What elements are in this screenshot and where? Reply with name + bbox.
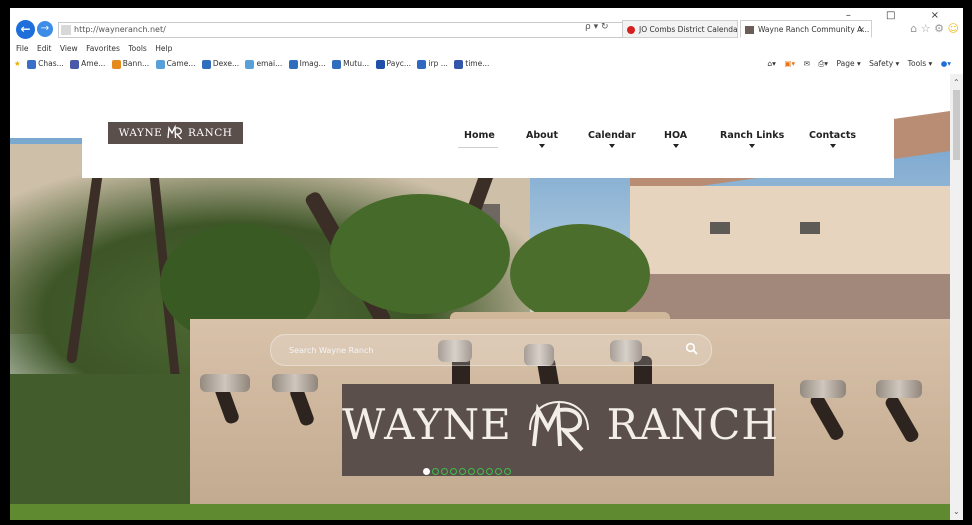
favorite-item[interactable]: irp ... xyxy=(417,56,448,71)
tools-menu[interactable]: Tools ▾ xyxy=(908,59,933,68)
scroll-up-icon[interactable]: ⌃ xyxy=(953,78,960,87)
favorites-star-icon[interactable]: ★ xyxy=(14,56,21,71)
favorite-item[interactable]: emai... xyxy=(245,56,282,71)
star-icon[interactable]: ☆ xyxy=(921,22,931,35)
command-bar: ⌂▾ ▣▾ ✉ ⎙▾ Page ▾ Safety ▾ Tools ▾ ●▾ xyxy=(761,56,951,71)
slider-dot[interactable] xyxy=(477,468,484,475)
nav-hoa[interactable]: HOA xyxy=(664,130,687,148)
tab-close-icon[interactable]: × xyxy=(858,21,865,37)
monument-sign: WAYNE RANCH xyxy=(342,384,778,476)
slider-dot[interactable] xyxy=(423,468,430,475)
back-button[interactable]: ← xyxy=(16,20,35,39)
nav-ranch-links[interactable]: Ranch Links xyxy=(720,130,784,148)
tab-wayne-ranch[interactable]: Wayne Ranch Community A... × xyxy=(740,20,872,38)
home-icon[interactable]: ⌂ xyxy=(910,22,917,35)
browser-window: ← → http://wayneranch.net/ ρ ▾ ↻ JO Comb… xyxy=(10,8,963,520)
sign-text-left: WAYNE xyxy=(342,400,512,449)
search-refresh-icons[interactable]: ρ ▾ ↻ xyxy=(585,22,609,32)
nav-home[interactable]: Home xyxy=(464,130,498,148)
home-icon[interactable]: ⌂▾ xyxy=(767,59,776,68)
hero-shrubs xyxy=(10,374,210,514)
menu-help[interactable]: Help xyxy=(155,44,172,53)
page-menu[interactable]: Page ▾ xyxy=(836,59,860,68)
safety-menu[interactable]: Safety ▾ xyxy=(869,59,899,68)
favorite-item[interactable]: Mutu... xyxy=(332,56,369,71)
forward-button[interactable]: → xyxy=(37,21,53,37)
chevron-down-icon xyxy=(672,144,679,148)
slider-dot[interactable] xyxy=(468,468,475,475)
help-icon[interactable]: ●▾ xyxy=(941,59,951,68)
tab-favicon-icon xyxy=(745,26,754,34)
scroll-thumb[interactable] xyxy=(953,90,960,160)
slider-dot[interactable] xyxy=(450,468,457,475)
vertical-scrollbar[interactable]: ⌃ ⌄ xyxy=(950,74,963,520)
wr-brand-icon xyxy=(529,400,590,452)
site-search xyxy=(270,334,712,366)
menu-bar: File Edit View Favorites Tools Help xyxy=(16,44,178,55)
menu-edit[interactable]: Edit xyxy=(37,44,52,53)
window-controls[interactable]: – □ × xyxy=(846,10,955,21)
site-favicon-icon xyxy=(61,25,71,35)
web-page: WAYNE RANCH WAYNE xyxy=(10,74,950,520)
search-icon[interactable] xyxy=(685,342,699,356)
slider-dot[interactable] xyxy=(504,468,511,475)
favorite-item[interactable]: Ame... xyxy=(70,56,105,71)
favorite-item[interactable]: Came... xyxy=(155,56,195,71)
tab-label: Wayne Ranch Community A... xyxy=(758,25,870,34)
menu-view[interactable]: View xyxy=(60,44,78,53)
favorite-item[interactable]: Bann... xyxy=(111,56,149,71)
address-url: http://wayneranch.net/ xyxy=(74,25,166,34)
chevron-down-icon xyxy=(749,144,756,148)
tab-district-calendar[interactable]: JO Combs District Calendar xyxy=(622,20,738,38)
main-nav: Home About Calendar HOA Ranch Links Cont… xyxy=(82,130,894,160)
menu-tools[interactable]: Tools xyxy=(128,44,146,53)
mail-icon[interactable]: ✉ xyxy=(804,59,810,68)
slider-dot[interactable] xyxy=(441,468,448,475)
rss-icon[interactable]: ▣▾ xyxy=(784,59,795,68)
search-input[interactable] xyxy=(287,342,681,358)
tab-label: JO Combs District Calendar xyxy=(639,25,738,34)
toolbar-icons: ⌂ ☆ ⚙ ☺ xyxy=(910,22,959,35)
slider-dot[interactable] xyxy=(495,468,502,475)
favorite-item[interactable]: time... xyxy=(454,56,489,71)
menu-favorites[interactable]: Favorites xyxy=(86,44,120,53)
slider-pagination xyxy=(423,460,513,475)
print-icon[interactable]: ⎙▾ xyxy=(818,59,828,68)
slider-dot[interactable] xyxy=(459,468,466,475)
sign-text-right: RANCH xyxy=(606,400,780,449)
chevron-down-icon xyxy=(829,144,836,148)
site-header: WAYNE RANCH Home About Calendar HOA Ranc… xyxy=(82,74,894,178)
favorite-item[interactable]: Dexe... xyxy=(201,56,239,71)
chevron-down-icon xyxy=(538,144,545,148)
tab-favicon-icon xyxy=(627,26,635,34)
scroll-down-icon[interactable]: ⌄ xyxy=(953,507,960,516)
favorite-item[interactable]: Imag... xyxy=(288,56,326,71)
hero-grass xyxy=(10,504,950,520)
nav-about[interactable]: About xyxy=(526,130,558,148)
address-bar[interactable]: http://wayneranch.net/ xyxy=(58,22,624,38)
menu-file[interactable]: File xyxy=(16,44,29,53)
title-bar: ← → http://wayneranch.net/ ρ ▾ ↻ JO Comb… xyxy=(10,8,963,44)
chevron-down-icon xyxy=(608,144,615,148)
nav-calendar[interactable]: Calendar xyxy=(588,130,636,148)
favorite-item[interactable]: Payc... xyxy=(375,56,411,71)
nav-contacts[interactable]: Contacts xyxy=(809,130,856,148)
slider-dot[interactable] xyxy=(432,468,439,475)
smiley-icon[interactable]: ☺ xyxy=(948,22,959,35)
slider-dot[interactable] xyxy=(486,468,493,475)
gear-icon[interactable]: ⚙ xyxy=(934,22,944,35)
favorite-item[interactable]: Chas... xyxy=(27,56,64,71)
